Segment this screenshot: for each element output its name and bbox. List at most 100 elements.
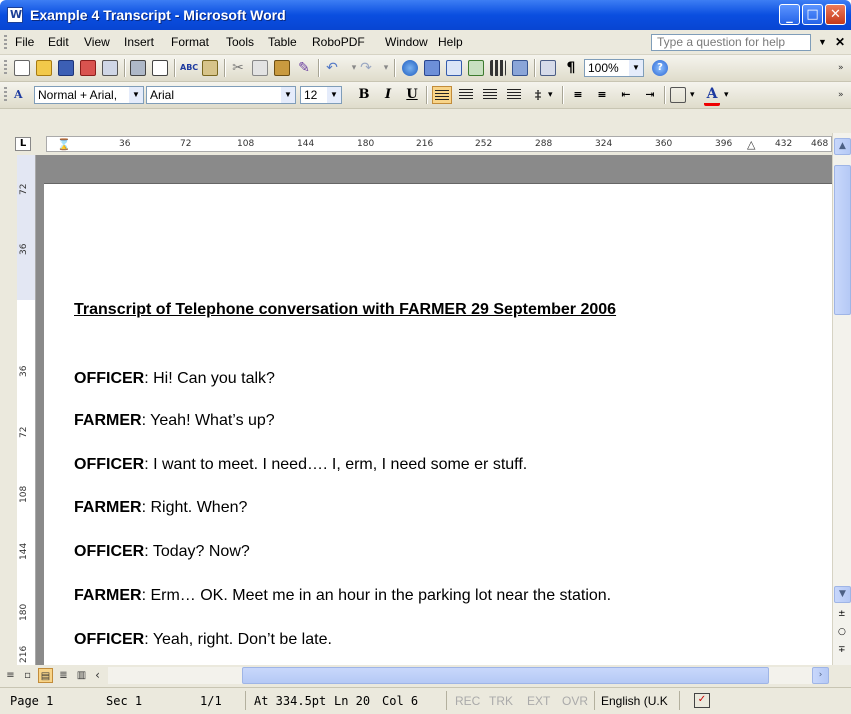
font-dropdown-icon[interactable]: ▼ — [281, 87, 295, 103]
scroll-down-icon[interactable]: ▼ — [834, 586, 851, 603]
first-line-indent-marker[interactable]: ⌛ — [57, 137, 71, 152]
toolbar-options-icon[interactable]: » — [838, 87, 851, 103]
reading-layout-view-icon[interactable]: ▥ — [74, 668, 89, 683]
menu-format[interactable]: Format — [171, 35, 209, 49]
vertical-ruler[interactable]: 72 36 36 72 108 144 180 216 — [17, 155, 36, 665]
close-document-icon[interactable]: ✕ — [835, 35, 845, 49]
menu-file[interactable]: File — [15, 35, 34, 49]
font-color-icon[interactable]: A — [704, 87, 720, 106]
outline-view-icon[interactable]: ≣ — [56, 668, 71, 683]
zoom-dropdown-icon[interactable]: ▼ — [629, 60, 643, 76]
menu-grip[interactable] — [4, 35, 7, 49]
font-select[interactable]: Arial ▼ — [146, 86, 296, 104]
word-app-icon[interactable] — [7, 7, 23, 23]
font-size-select[interactable]: 12 ▼ — [300, 86, 342, 104]
help-icon[interactable]: ? — [652, 60, 668, 76]
toolbar-grip[interactable] — [4, 87, 7, 103]
menu-edit[interactable]: Edit — [48, 35, 69, 49]
vertical-scrollbar[interactable]: ▲ ▼ ± ○ ∓ — [832, 133, 851, 665]
menu-insert[interactable]: Insert — [124, 35, 154, 49]
redo-icon[interactable]: ↷ — [358, 60, 374, 76]
status-trk[interactable]: TRK — [489, 694, 513, 708]
normal-view-icon[interactable]: ≡ — [3, 668, 18, 683]
status-rec[interactable]: REC — [455, 694, 480, 708]
next-page-icon[interactable]: ∓ — [838, 645, 846, 655]
menu-window[interactable]: Window — [385, 35, 428, 49]
toolbar-options-icon[interactable]: » — [838, 60, 851, 76]
web-layout-view-icon[interactable]: ▫ — [20, 668, 35, 683]
borders-icon[interactable] — [670, 87, 686, 103]
close-button[interactable]: ✕ — [825, 4, 846, 25]
email-icon[interactable] — [102, 60, 118, 76]
horizontal-ruler[interactable]: ⌛ 36 72 108 144 180 216 252 288 324 360 … — [46, 136, 832, 152]
align-center-button[interactable] — [456, 86, 476, 104]
vertical-scroll-thumb[interactable] — [834, 165, 851, 315]
spelling-icon[interactable]: ABC — [180, 60, 198, 76]
insert-table-icon[interactable] — [446, 60, 462, 76]
status-ext[interactable]: EXT — [527, 694, 550, 708]
tables-borders-icon[interactable] — [424, 60, 440, 76]
numbering-button[interactable]: ≡ — [568, 86, 588, 104]
bold-button[interactable]: B — [354, 86, 374, 104]
new-document-icon[interactable] — [14, 60, 30, 76]
font-color-dropdown-icon[interactable]: ▾ — [724, 87, 740, 103]
menu-robopdf[interactable]: RoboPDF — [312, 35, 365, 49]
undo-icon[interactable]: ↶ — [324, 60, 340, 76]
menu-help[interactable]: Help — [438, 35, 463, 49]
spelling-status-icon[interactable]: ✓ — [694, 693, 710, 708]
print-preview-icon[interactable] — [152, 60, 168, 76]
increase-indent-button[interactable]: ⇥ — [640, 86, 660, 104]
menu-table[interactable]: Table — [268, 35, 297, 49]
drawing-icon[interactable] — [512, 60, 528, 76]
styles-formatting-icon[interactable]: A — [14, 87, 30, 103]
justify-button[interactable] — [504, 86, 524, 104]
hyperlink-icon[interactable] — [402, 60, 418, 76]
right-indent-marker[interactable]: △ — [747, 138, 759, 152]
menu-tools[interactable]: Tools — [226, 35, 254, 49]
tab-selector-button[interactable]: L — [15, 137, 31, 151]
document-page[interactable]: Transcript of Telephone conversation wit… — [44, 183, 832, 665]
status-language[interactable]: English (U.K — [601, 694, 668, 708]
insert-excel-icon[interactable] — [468, 60, 484, 76]
show-hide-icon[interactable]: ¶ — [563, 60, 579, 76]
italic-button[interactable]: I — [378, 86, 398, 104]
zoom-select[interactable]: 100% ▼ — [584, 59, 644, 77]
scroll-left-icon[interactable]: ‹ — [90, 668, 105, 683]
menu-view[interactable]: View — [84, 35, 110, 49]
document-map-icon[interactable] — [540, 60, 556, 76]
maximize-button[interactable]: □ — [802, 4, 823, 25]
print-icon[interactable] — [130, 60, 146, 76]
align-right-button[interactable] — [480, 86, 500, 104]
toolbar-grip[interactable] — [4, 60, 7, 76]
decrease-indent-button[interactable]: ⇤ — [616, 86, 636, 104]
style-dropdown-icon[interactable]: ▼ — [129, 87, 143, 103]
columns-icon[interactable] — [490, 60, 506, 76]
research-icon[interactable] — [202, 60, 218, 76]
select-browse-object-icon[interactable]: ○ — [838, 627, 846, 637]
print-layout-view-icon[interactable]: ▤ — [38, 668, 53, 683]
format-painter-icon[interactable]: ✎ — [296, 60, 312, 76]
status-ovr[interactable]: OVR — [562, 694, 588, 708]
scroll-up-icon[interactable]: ▲ — [834, 138, 851, 155]
copy-icon[interactable] — [252, 60, 268, 76]
ask-dropdown-icon[interactable]: ▼ — [818, 37, 827, 47]
ask-question-input[interactable]: Type a question for help — [651, 34, 811, 51]
style-select[interactable]: Normal + Arial, ▼ — [34, 86, 144, 104]
bullets-button[interactable]: ≡ — [592, 86, 612, 104]
permission-icon[interactable] — [80, 60, 96, 76]
redo-dropdown-icon[interactable]: ▾ — [378, 60, 394, 76]
horizontal-scrollbar[interactable] — [108, 667, 828, 684]
save-icon[interactable] — [58, 60, 74, 76]
scroll-right-icon[interactable]: › — [812, 667, 829, 684]
font-size-dropdown-icon[interactable]: ▼ — [327, 87, 341, 103]
cut-icon[interactable]: ✂ — [230, 60, 246, 76]
minimize-button[interactable]: _ — [779, 4, 800, 25]
paste-icon[interactable] — [274, 60, 290, 76]
line-spacing-button[interactable]: ‡ — [528, 86, 548, 104]
horizontal-scroll-thumb[interactable] — [242, 667, 769, 684]
align-left-button[interactable] — [432, 86, 452, 104]
underline-button[interactable]: U — [402, 86, 422, 104]
ruler-mark: 324 — [595, 139, 613, 149]
open-folder-icon[interactable] — [36, 60, 52, 76]
previous-page-icon[interactable]: ± — [838, 609, 846, 619]
